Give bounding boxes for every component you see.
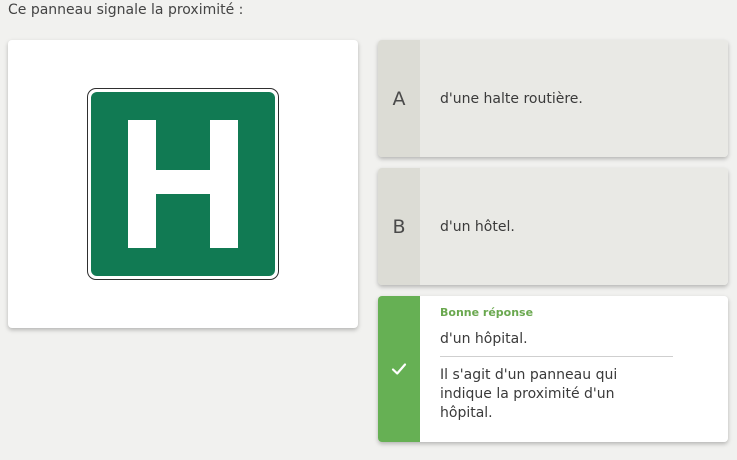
divider xyxy=(440,356,673,357)
question-text: Ce panneau signale la proximité : xyxy=(8,2,244,18)
hospital-sign xyxy=(87,88,279,280)
option-letter-b: B xyxy=(378,168,420,285)
answer-explanation: Il s'agit d'un panneau qui indique la pr… xyxy=(440,367,618,421)
hospital-sign-panel xyxy=(91,92,275,276)
answer-option-correct[interactable]: Bonne réponse d'un hôpital. Il s'agit d'… xyxy=(378,296,728,442)
answer-option-a[interactable]: A d'une halte routière. xyxy=(378,40,728,157)
hospital-h-icon xyxy=(128,120,238,248)
correct-indicator xyxy=(378,296,420,442)
answer-option-b[interactable]: B d'un hôtel. xyxy=(378,168,728,285)
option-text-b: d'un hôtel. xyxy=(440,218,515,235)
check-icon xyxy=(391,363,407,375)
option-text-correct: d'un hôpital. xyxy=(440,331,528,347)
option-text-a: d'une halte routière. xyxy=(440,90,583,107)
correct-answer-label: Bonne réponse xyxy=(440,306,534,319)
option-letter-a: A xyxy=(378,40,420,157)
sign-image-card xyxy=(8,40,358,328)
